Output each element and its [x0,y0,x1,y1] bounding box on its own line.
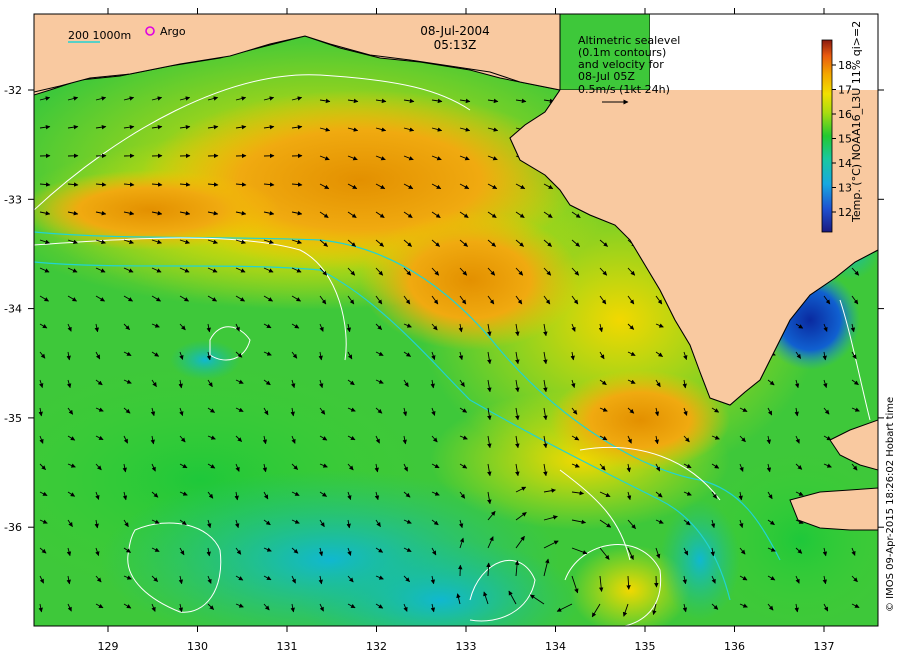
argo-label: Argo [160,25,186,38]
lat-tick-label: -36 [4,521,22,534]
lon-tick-label: 134 [545,640,566,653]
colorbar-title: Temp. (°C) NOAA16_L3U 11% qi>=2 [850,21,863,223]
altimetry-line-5: 0.5m/s (1kt 24h) [578,83,670,96]
lon-tick-label: 132 [366,640,387,653]
lon-tick-label: 131 [277,640,298,653]
depth-legend-label: 200 1000m [68,29,131,42]
colorbar-ramp [821,39,833,233]
lon-tick-label: 135 [635,640,656,653]
sst-map: 129 130 131 132 133 134 135 136 137 -32 -33 -34 -35… [4,8,896,653]
velocity-arrow [654,575,659,588]
lat-tick-label: -34 [4,303,22,316]
lon-tick-label: 137 [814,640,835,653]
no-data-region [650,14,878,90]
lat-tick-label: -33 [4,193,22,206]
map-title-time: 05:13Z [434,38,477,52]
lon-tick-label: 129 [98,640,119,653]
lat-tick-label: -35 [4,412,22,425]
lat-tick-label: -32 [4,84,22,97]
map-title-date: 08-Jul-2004 [420,24,490,38]
lon-tick-label: 130 [187,640,208,653]
plot-area [34,14,878,626]
lon-tick-label: 133 [456,640,477,653]
altimetry-line-4: 08-Jul 05Z [578,70,635,83]
lon-tick-label: 136 [724,640,745,653]
credit-text: © IMOS 09-Apr-2015 18:26:02 Hobart time [885,397,896,612]
